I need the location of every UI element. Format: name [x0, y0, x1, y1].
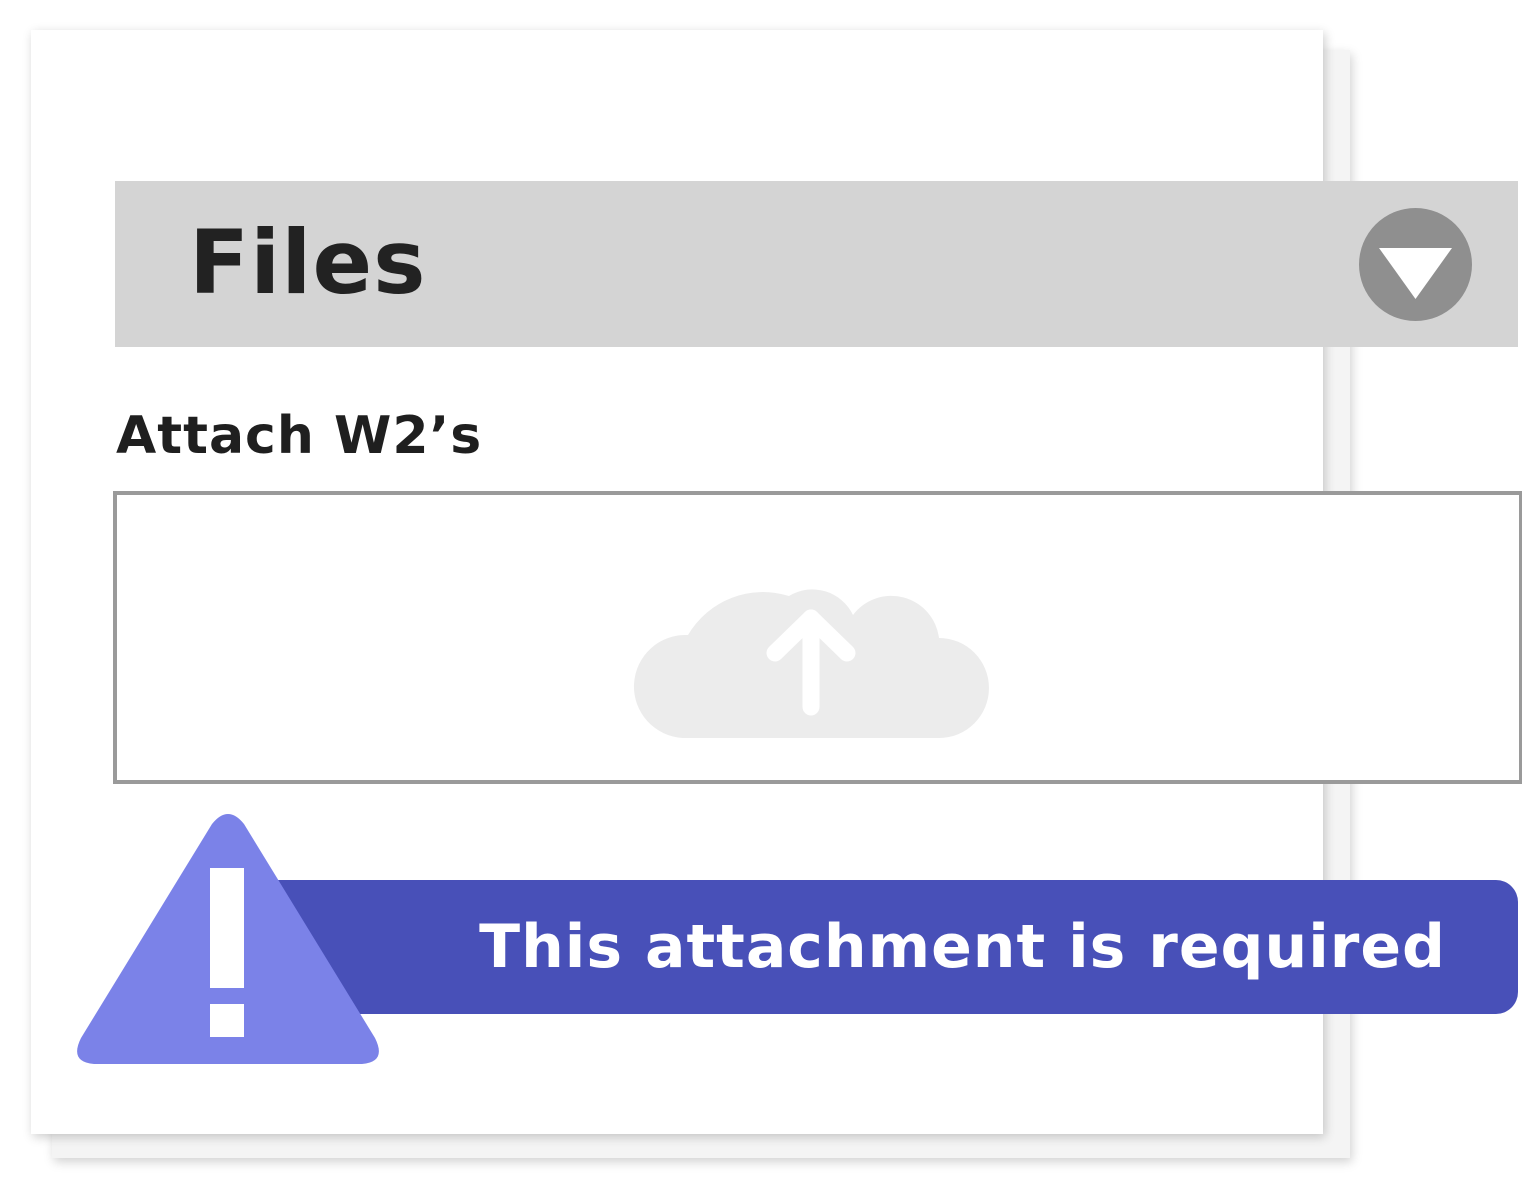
cloud-upload-icon [633, 589, 989, 738]
file-drop-zone[interactable] [113, 491, 1522, 784]
files-section-header[interactable]: Files [115, 181, 1518, 347]
chevron-down-icon [1379, 248, 1452, 299]
validation-banner: This attachment is required [262, 880, 1518, 1014]
page: Files Attach W2’s This attachment is req… [0, 0, 1522, 1197]
warning-icon [77, 814, 379, 1064]
files-section-title: Files [189, 211, 427, 314]
attach-label: Attach W2’s [116, 406, 483, 466]
collapse-toggle-button[interactable] [1359, 208, 1472, 321]
validation-message: This attachment is required [479, 912, 1446, 982]
